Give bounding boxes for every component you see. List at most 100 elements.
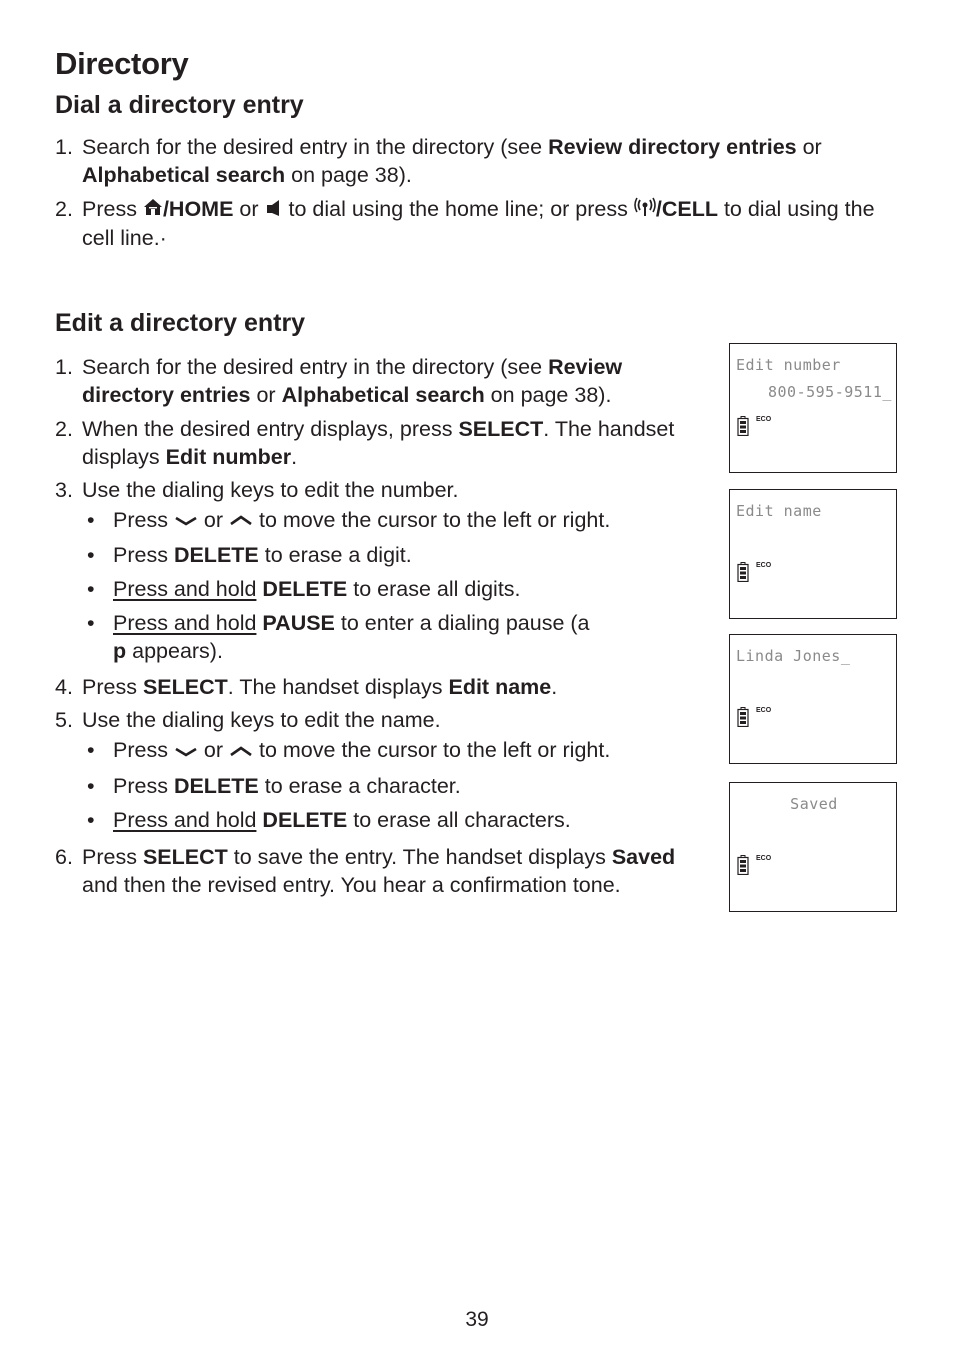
step-text: to save the entry. The handset displays (227, 844, 612, 869)
battery-icon (737, 855, 749, 880)
bullet-item: Press or to move the cursor to the left … (84, 506, 715, 535)
lcd-line-1: Edit name (736, 502, 822, 520)
bullet-text: Press (113, 773, 174, 798)
press-and-hold-text: Press and hold (113, 611, 257, 636)
bullet-text: to erase all digits. (347, 577, 521, 602)
step-text: on page 38). (484, 383, 612, 407)
bullet-text: appears). (126, 639, 223, 664)
bullet-text: to erase a character. (258, 773, 461, 798)
page-number: 39 (465, 1308, 489, 1331)
step-text: Search for the desired entry in the dire… (82, 135, 549, 159)
edit-step-2: 2. When the desired entry displays, pres… (55, 415, 715, 471)
screen-edit-number: Edit number (165, 445, 292, 469)
dial-step-1: 1. Search for the desired entry in the d… (55, 133, 895, 189)
step-text: to dial using the home line; or press (282, 197, 634, 221)
bullet-text: Press (113, 738, 174, 763)
dial-section-title: Dial a directory entry (55, 91, 304, 119)
speaker-icon (265, 196, 283, 224)
eco-indicator: ECO (756, 416, 772, 423)
step-text: or (796, 135, 822, 159)
edit-step-1: 1. Search for the desired entry in the d… (55, 353, 715, 409)
pause-char: p (113, 639, 127, 664)
step-text: Search for the desired entry in the dire… (82, 355, 549, 379)
step-text: Use the dialing keys to edit the number. (82, 478, 459, 502)
bullet-text: or (197, 508, 230, 532)
step-text: . (291, 445, 298, 469)
key-select: SELECT (142, 844, 228, 869)
key-delete: DELETE (262, 577, 348, 602)
home-icon (143, 196, 163, 224)
battery-icon (737, 707, 749, 732)
edit-step-4: 4. Press SELECT. The handset displays Ed… (55, 673, 715, 701)
step-number: 6. (55, 844, 73, 869)
step-text: Press (82, 197, 143, 221)
bullet-item: Press and hold DELETE to erase all digit… (84, 575, 715, 603)
step-number: 3. (55, 478, 73, 502)
screen-edit-name: Edit name (448, 675, 552, 700)
press-and-hold-text: Press and hold (113, 807, 257, 832)
step-text: or (250, 383, 282, 407)
eco-indicator: ECO (756, 562, 772, 569)
lcd-screen-linda-jones: Linda Jones_ ECO (729, 634, 897, 764)
lcd-line-2: 800-595-9511_ (768, 383, 892, 401)
lcd-line-1: Linda Jones_ (736, 647, 851, 665)
bullet-item: Press DELETE to erase a digit. (84, 541, 715, 569)
step-text: Use the dialing keys to edit the name. (82, 708, 441, 733)
edit-section-title: Edit a directory entry (55, 309, 306, 337)
bullet-item: Press DELETE to erase a character. (84, 772, 715, 800)
bullet-item: Press and hold DELETE to erase all chara… (84, 806, 715, 834)
bullet-text: to enter a dialing pause (a (334, 611, 590, 636)
lcd-line-1: Saved (790, 795, 838, 813)
step-text: . (551, 675, 558, 700)
edit-steps-list: 1. Search for the desired entry in the d… (55, 353, 715, 899)
step-number: 4. (55, 675, 73, 700)
up-arrow-icon (229, 507, 253, 535)
dial-steps-list: 1. Search for the desired entry in the d… (55, 133, 895, 252)
key-delete: DELETE (173, 543, 259, 568)
step-text: Press (82, 844, 143, 869)
bullet-text: Press (113, 543, 174, 568)
lcd-screen-edit-number: Edit number 800-595-9511_ ECO (729, 343, 897, 473)
step-text: Press (82, 675, 143, 700)
edit-step-6: 6. Press SELECT to save the entry. The h… (55, 843, 715, 899)
step-text: and then the revised entry. You hear a c… (82, 872, 621, 897)
step-number: 2. (55, 417, 73, 441)
down-arrow-icon (174, 738, 198, 766)
step-number: 1. (55, 355, 73, 379)
battery-icon (737, 416, 749, 441)
home-key-label: /HOME (162, 197, 234, 221)
battery-icon (737, 562, 749, 587)
bullet-text: or (197, 738, 230, 763)
lcd-screen-saved: Saved ECO (729, 782, 897, 912)
page-title: Directory (55, 46, 189, 81)
edit-step-5: 5. Use the dialing keys to edit the name… (55, 706, 715, 833)
key-pause: PAUSE (262, 611, 335, 636)
edit-step-3: 3. Use the dialing keys to edit the numb… (55, 476, 715, 665)
step-number: 2. (55, 197, 73, 221)
step-text: . The handset displays (227, 675, 449, 700)
bullet-text: to erase all characters. (347, 807, 571, 832)
link-review-directory-entries: Review directory entries (548, 135, 797, 159)
step-number: 1. (55, 135, 73, 159)
cell-antenna-icon (634, 196, 656, 224)
bullet-text: to move the cursor to the left or right. (253, 738, 611, 763)
lcd-screen-edit-name: Edit name ECO (729, 489, 897, 619)
eco-indicator: ECO (756, 855, 772, 862)
lcd-line-1: Edit number (736, 356, 841, 374)
key-select: SELECT (458, 417, 544, 441)
bullet-item: Press or to move the cursor to the left … (84, 736, 715, 765)
dial-step-2: 2. Press /HOME or to dial using the home… (55, 195, 895, 252)
key-select: SELECT (142, 675, 228, 700)
down-arrow-icon (174, 507, 198, 535)
eco-indicator: ECO (756, 707, 772, 714)
press-and-hold-text: Press and hold (113, 577, 257, 602)
bullet-item: Press and hold PAUSE to enter a dialing … (84, 609, 603, 665)
step-number: 5. (55, 708, 73, 733)
step-text: or (233, 197, 265, 221)
step-text: When the desired entry displays, press (82, 417, 459, 441)
edit-number-bullets: Press or to move the cursor to the left … (55, 506, 715, 665)
edit-name-bullets: Press or to move the cursor to the left … (55, 736, 715, 833)
up-arrow-icon (229, 738, 253, 766)
step-text: on page 38). (285, 163, 412, 187)
bullet-text: to erase a digit. (258, 543, 412, 568)
